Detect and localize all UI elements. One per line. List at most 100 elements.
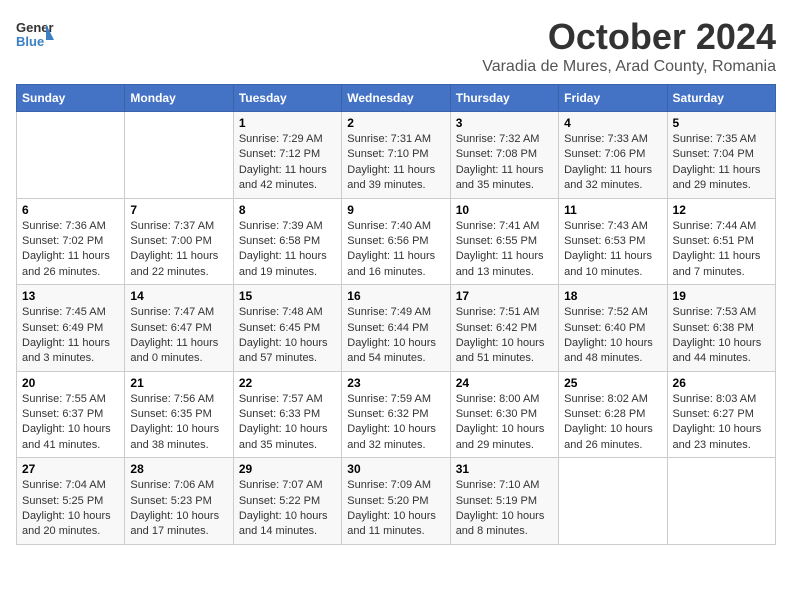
title-section: October 2024 Varadia de Mures, Arad Coun… (482, 16, 776, 76)
day-number: 7 (130, 203, 227, 217)
month-title: October 2024 (482, 16, 776, 58)
day-number: 20 (22, 376, 119, 390)
day-info: Sunrise: 7:09 AM Sunset: 5:20 PM Dayligh… (347, 478, 444, 540)
day-number: 4 (564, 116, 661, 130)
calendar-cell: 28Sunrise: 7:06 AM Sunset: 5:23 PM Dayli… (125, 458, 233, 545)
calendar-cell: 23 Sunrise: 7:59 AM Sunset: 6:32 PM Dayli… (342, 371, 450, 458)
day-info: Sunrise: 7:48 AM Sunset: 6:45 PM Dayligh… (239, 305, 336, 367)
day-number: 10 (456, 203, 553, 217)
calendar-cell: 18Sunrise: 7:52 AM Sunset: 6:40 PM Dayli… (559, 285, 667, 372)
calendar-cell: 29 Sunrise: 7:07 AM Sunset: 5:22 PM Dayli… (233, 458, 341, 545)
day-number: 14 (130, 289, 227, 303)
calendar-cell: 30 Sunrise: 7:09 AM Sunset: 5:20 PM Dayli… (342, 458, 450, 545)
day-info: Sunrise: 8:03 AM Sunset: 6:27 PM Dayligh… (673, 392, 770, 454)
day-info: Sunrise: 7:44 AM Sunset: 6:51 PM Dayligh… (673, 219, 770, 281)
day-header-monday: Monday (125, 85, 233, 112)
day-info: Sunrise: 7:37 AM Sunset: 7:00 PM Dayligh… (130, 219, 227, 281)
day-info: Sunrise: 7:49 AM Sunset: 6:44 PM Dayligh… (347, 305, 444, 367)
day-number: 1 (239, 116, 336, 130)
logo: General Blue (16, 16, 58, 59)
day-header-saturday: Saturday (667, 85, 775, 112)
calendar-cell: 3 Sunrise: 7:32 AM Sunset: 7:08 PM Daylig… (450, 112, 558, 199)
day-info: Sunrise: 7:45 AM Sunset: 6:49 PM Dayligh… (22, 305, 119, 367)
calendar-cell: 7 Sunrise: 7:37 AM Sunset: 7:00 PM Daylig… (125, 198, 233, 285)
day-number: 25 (564, 376, 661, 390)
day-number: 11 (564, 203, 661, 217)
svg-text:Blue: Blue (16, 34, 44, 49)
day-number: 22 (239, 376, 336, 390)
day-info: Sunrise: 7:04 AM Sunset: 5:25 PM Dayligh… (22, 478, 119, 540)
day-info: Sunrise: 7:55 AM Sunset: 6:37 PM Dayligh… (22, 392, 119, 454)
day-info: Sunrise: 7:41 AM Sunset: 6:55 PM Dayligh… (456, 219, 553, 281)
day-info: Sunrise: 7:57 AM Sunset: 6:33 PM Dayligh… (239, 392, 336, 454)
day-number: 17 (456, 289, 553, 303)
day-info: Sunrise: 7:33 AM Sunset: 7:06 PM Dayligh… (564, 132, 661, 194)
calendar-cell: 16 Sunrise: 7:49 AM Sunset: 6:44 PM Dayli… (342, 285, 450, 372)
day-info: Sunrise: 7:32 AM Sunset: 7:08 PM Dayligh… (456, 132, 553, 194)
day-number: 21 (130, 376, 227, 390)
day-number: 2 (347, 116, 444, 130)
day-number: 30 (347, 462, 444, 476)
day-info: Sunrise: 7:35 AM Sunset: 7:04 PM Dayligh… (673, 132, 770, 194)
day-number: 5 (673, 116, 770, 130)
page-header: General Blue October 2024 Varadia de Mur… (16, 16, 776, 76)
day-info: Sunrise: 8:02 AM Sunset: 6:28 PM Dayligh… (564, 392, 661, 454)
calendar-cell: 2 Sunrise: 7:31 AM Sunset: 7:10 PM Daylig… (342, 112, 450, 199)
day-info: Sunrise: 7:53 AM Sunset: 6:38 PM Dayligh… (673, 305, 770, 367)
calendar-cell (125, 112, 233, 199)
calendar-cell (559, 458, 667, 545)
day-header-thursday: Thursday (450, 85, 558, 112)
day-number: 29 (239, 462, 336, 476)
day-number: 28 (130, 462, 227, 476)
calendar-cell: 21 Sunrise: 7:56 AM Sunset: 6:35 PM Dayli… (125, 371, 233, 458)
day-info: Sunrise: 7:59 AM Sunset: 6:32 PM Dayligh… (347, 392, 444, 454)
day-number: 3 (456, 116, 553, 130)
day-number: 6 (22, 203, 119, 217)
calendar-cell: 27 Sunrise: 7:04 AM Sunset: 5:25 PM Dayli… (17, 458, 125, 545)
calendar-cell: 25 Sunrise: 8:02 AM Sunset: 6:28 PM Dayli… (559, 371, 667, 458)
day-number: 13 (22, 289, 119, 303)
calendar-cell (17, 112, 125, 199)
calendar-cell: 14 Sunrise: 7:47 AM Sunset: 6:47 PM Dayli… (125, 285, 233, 372)
day-info: Sunrise: 7:40 AM Sunset: 6:56 PM Dayligh… (347, 219, 444, 281)
day-number: 27 (22, 462, 119, 476)
day-number: 19 (673, 289, 770, 303)
calendar-cell: 1 Sunrise: 7:29 AM Sunset: 7:12 PM Daylig… (233, 112, 341, 199)
day-info: Sunrise: 7:39 AM Sunset: 6:58 PM Dayligh… (239, 219, 336, 281)
calendar-cell: 15 Sunrise: 7:48 AM Sunset: 6:45 PM Dayli… (233, 285, 341, 372)
calendar-cell: 20 Sunrise: 7:55 AM Sunset: 6:37 PM Dayli… (17, 371, 125, 458)
calendar-table: SundayMondayTuesdayWednesdayThursdayFrid… (16, 84, 776, 545)
day-number: 8 (239, 203, 336, 217)
day-info: Sunrise: 7:36 AM Sunset: 7:02 PM Dayligh… (22, 219, 119, 281)
day-number: 9 (347, 203, 444, 217)
calendar-cell: 9 Sunrise: 7:40 AM Sunset: 6:56 PM Daylig… (342, 198, 450, 285)
calendar-cell: 24 Sunrise: 8:00 AM Sunset: 6:30 PM Dayli… (450, 371, 558, 458)
day-info: Sunrise: 7:07 AM Sunset: 5:22 PM Dayligh… (239, 478, 336, 540)
day-number: 23 (347, 376, 444, 390)
calendar-cell: 26 Sunrise: 8:03 AM Sunset: 6:27 PM Dayli… (667, 371, 775, 458)
day-info: Sunrise: 7:51 AM Sunset: 6:42 PM Dayligh… (456, 305, 553, 367)
day-header-friday: Friday (559, 85, 667, 112)
day-header-sunday: Sunday (17, 85, 125, 112)
day-info: Sunrise: 7:43 AM Sunset: 6:53 PM Dayligh… (564, 219, 661, 281)
calendar-cell: 8 Sunrise: 7:39 AM Sunset: 6:58 PM Daylig… (233, 198, 341, 285)
day-number: 18 (564, 289, 661, 303)
day-info: Sunrise: 7:29 AM Sunset: 7:12 PM Dayligh… (239, 132, 336, 194)
day-number: 16 (347, 289, 444, 303)
calendar-cell: 31Sunrise: 7:10 AM Sunset: 5:19 PM Dayli… (450, 458, 558, 545)
calendar-cell: 17 Sunrise: 7:51 AM Sunset: 6:42 PM Dayli… (450, 285, 558, 372)
day-info: Sunrise: 7:31 AM Sunset: 7:10 PM Dayligh… (347, 132, 444, 194)
day-number: 15 (239, 289, 336, 303)
day-info: Sunrise: 7:56 AM Sunset: 6:35 PM Dayligh… (130, 392, 227, 454)
calendar-cell: 22 Sunrise: 7:57 AM Sunset: 6:33 PM Dayli… (233, 371, 341, 458)
location-subtitle: Varadia de Mures, Arad County, Romania (482, 58, 776, 76)
calendar-cell: 4 Sunrise: 7:33 AM Sunset: 7:06 PM Daylig… (559, 112, 667, 199)
calendar-cell: 11 Sunrise: 7:43 AM Sunset: 6:53 PM Dayli… (559, 198, 667, 285)
calendar-cell: 6 Sunrise: 7:36 AM Sunset: 7:02 PM Daylig… (17, 198, 125, 285)
day-number: 26 (673, 376, 770, 390)
day-header-wednesday: Wednesday (342, 85, 450, 112)
day-number: 24 (456, 376, 553, 390)
day-info: Sunrise: 8:00 AM Sunset: 6:30 PM Dayligh… (456, 392, 553, 454)
day-info: Sunrise: 7:47 AM Sunset: 6:47 PM Dayligh… (130, 305, 227, 367)
day-number: 31 (456, 462, 553, 476)
